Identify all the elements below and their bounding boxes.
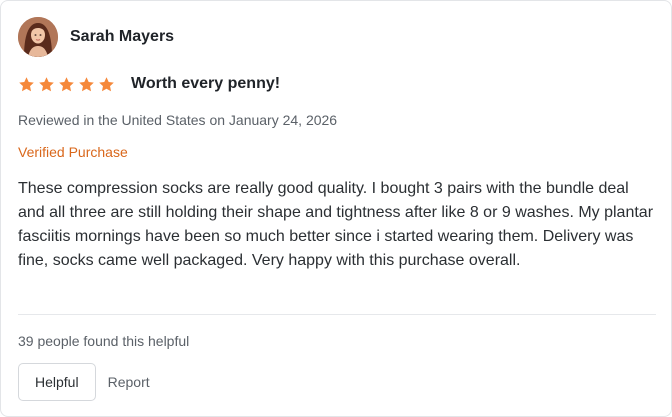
review-meta: Reviewed in the United States on January…	[18, 112, 338, 128]
review-body: These compression socks are really good …	[18, 180, 654, 269]
star-icon	[79, 76, 94, 91]
helpful-count: 39 people found this helpful	[18, 333, 190, 349]
star-icon	[99, 76, 114, 91]
author-name: Sarah Mayers	[70, 28, 175, 45]
report-button[interactable]: Report	[108, 374, 150, 390]
review-actions: Helpful Report	[18, 363, 150, 401]
star-icon	[19, 76, 34, 91]
helpful-button[interactable]: Helpful	[18, 363, 96, 401]
star-rating	[18, 76, 115, 93]
star-icon	[39, 76, 54, 91]
star-icon	[59, 76, 74, 91]
review-title: Worth every penny!	[131, 75, 281, 92]
review-card: Sarah Mayers Worth every penny! Reviewed…	[0, 0, 672, 417]
avatar	[18, 17, 58, 57]
review-author: Sarah Mayers	[18, 17, 174, 57]
rating-row: Worth every penny!	[18, 75, 280, 93]
divider	[18, 314, 656, 315]
verified-purchase-badge: Verified Purchase	[18, 144, 128, 160]
